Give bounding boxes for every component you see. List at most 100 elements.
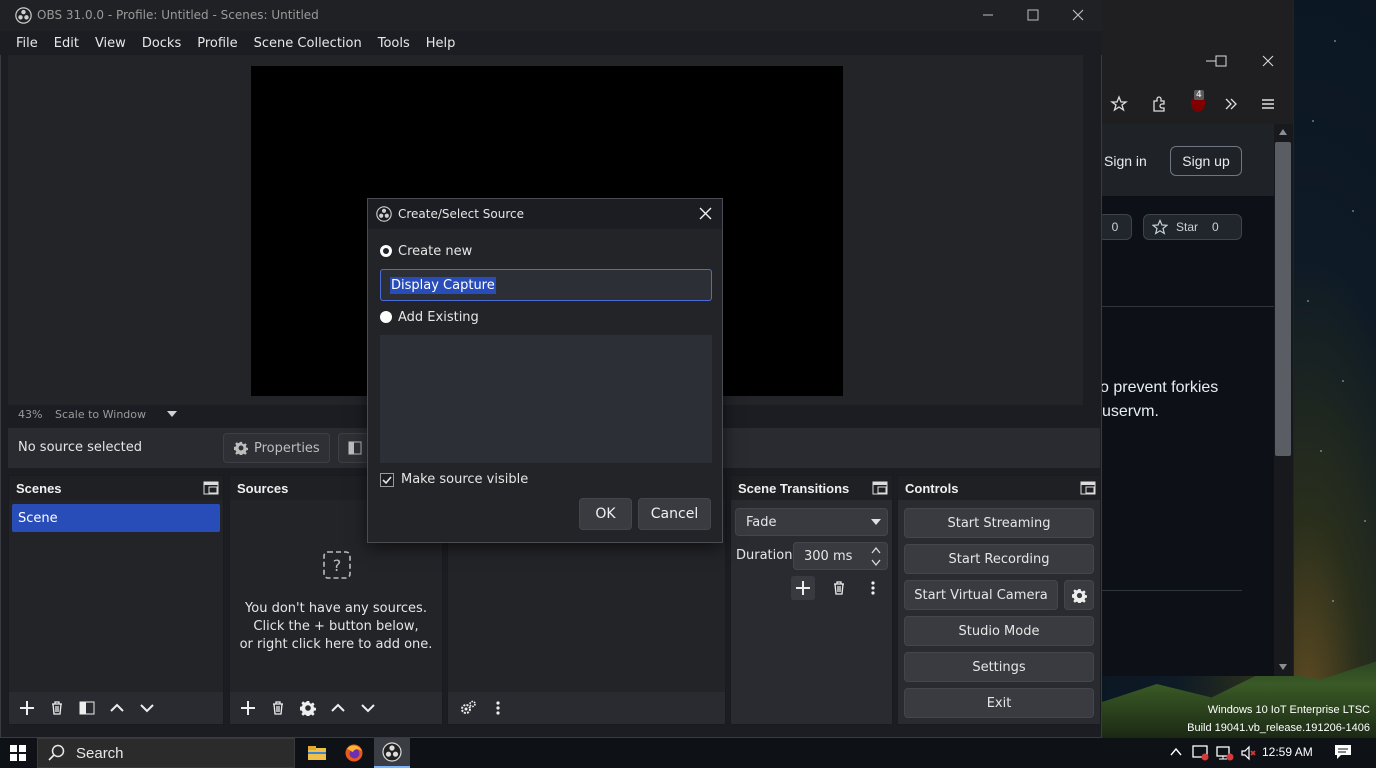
minimize-icon[interactable] xyxy=(981,8,995,22)
network-icon[interactable] xyxy=(1216,745,1234,761)
firefox-icon[interactable] xyxy=(336,738,372,768)
spin-up-icon[interactable] xyxy=(871,546,881,554)
menu-docks[interactable]: Docks xyxy=(136,36,187,51)
tray-app-icon[interactable] xyxy=(1192,745,1210,761)
move-up-icon[interactable] xyxy=(326,696,350,720)
taskbar-clock[interactable]: 12:59 AM xyxy=(1262,745,1313,759)
remove-source-trash-icon[interactable] xyxy=(266,696,290,720)
scale-mode-dropdown[interactable]: Scale to Window xyxy=(55,408,146,421)
menu-view[interactable]: View xyxy=(89,36,132,51)
scenes-toolbar xyxy=(9,692,223,724)
exit-button[interactable]: Exit xyxy=(904,688,1094,718)
advanced-audio-gears-icon[interactable] xyxy=(456,696,480,720)
scenes-dock-title: Scenes xyxy=(9,476,223,500)
browser-window[interactable]: 4 Sign in Sign up 0 Star 0 o prevent for… xyxy=(1102,0,1294,676)
scenes-list[interactable]: Scene xyxy=(9,500,223,692)
move-up-icon[interactable] xyxy=(105,696,129,720)
question-mark-icon: ? xyxy=(322,550,352,580)
obs-logo-icon xyxy=(376,206,392,222)
add-existing-radio[interactable] xyxy=(380,311,392,323)
existing-sources-list[interactable] xyxy=(380,335,712,463)
star-button[interactable]: Star 0 xyxy=(1143,214,1242,240)
browser-close-icon[interactable] xyxy=(1261,54,1275,68)
chevron-down-icon[interactable] xyxy=(167,411,177,418)
menu-help[interactable]: Help xyxy=(420,36,462,51)
move-down-icon[interactable] xyxy=(356,696,380,720)
duration-label: Duration xyxy=(736,548,793,563)
no-source-label: No source selected xyxy=(18,440,142,455)
source-properties-gear-icon[interactable] xyxy=(296,696,320,720)
duration-spinbox[interactable]: 300 ms xyxy=(793,542,888,570)
create-select-source-dialog: Create/Select Source Create new Display … xyxy=(367,198,723,543)
move-down-icon[interactable] xyxy=(135,696,159,720)
ok-button[interactable]: OK xyxy=(579,498,632,530)
show-hidden-icons-chevron-up-icon[interactable] xyxy=(1170,747,1182,757)
transitions-dock-title: Scene Transitions xyxy=(731,476,892,500)
obs-taskbar-icon[interactable] xyxy=(374,738,410,768)
make-visible-checkbox[interactable] xyxy=(380,473,394,487)
sign-in-link[interactable]: Sign in xyxy=(1104,153,1147,169)
maximize-icon[interactable] xyxy=(1026,8,1040,22)
mixer-menu-dots-icon[interactable] xyxy=(486,696,510,720)
start-virtual-camera-button[interactable]: Start Virtual Camera xyxy=(904,580,1058,610)
scene-filters-icon[interactable] xyxy=(75,696,99,720)
undock-icon[interactable] xyxy=(1080,481,1096,495)
add-transition-plus-icon[interactable] xyxy=(791,576,815,600)
transition-select[interactable]: Fade xyxy=(735,508,888,536)
sign-up-button[interactable]: Sign up xyxy=(1170,146,1242,176)
menu-file[interactable]: File xyxy=(10,36,44,51)
settings-button[interactable]: Settings xyxy=(904,652,1094,682)
menu-profile[interactable]: Profile xyxy=(191,36,243,51)
star-icon xyxy=(1152,219,1168,235)
browser-maximize-icon[interactable] xyxy=(1214,54,1228,68)
extensions-icon[interactable] xyxy=(1150,95,1168,113)
list-item-scene[interactable]: Scene xyxy=(12,504,220,532)
more-tools-icon[interactable] xyxy=(1222,95,1240,113)
ublock-badge: 4 xyxy=(1194,90,1204,100)
dialog-titlebar[interactable]: Create/Select Source xyxy=(368,199,722,229)
menu-edit[interactable]: Edit xyxy=(48,36,85,51)
star-count: 0 xyxy=(1212,220,1219,234)
properties-button[interactable]: Properties xyxy=(223,433,330,463)
windows-start-icon[interactable] xyxy=(10,745,26,761)
gear-icon xyxy=(234,441,248,455)
scroll-down-arrow-icon[interactable] xyxy=(1278,663,1288,671)
create-new-radio[interactable] xyxy=(380,245,392,257)
spin-down-icon[interactable] xyxy=(871,559,881,567)
sources-toolbar xyxy=(230,692,442,724)
add-source-plus-icon[interactable] xyxy=(236,696,260,720)
controls-dock: Controls Start Streaming Start Recording… xyxy=(897,475,1101,725)
close-icon[interactable] xyxy=(1071,8,1085,22)
transition-menu-dots-icon[interactable] xyxy=(861,576,885,600)
dialog-title: Create/Select Source xyxy=(398,207,524,221)
scroll-up-arrow-icon[interactable] xyxy=(1278,128,1288,136)
remove-transition-trash-icon[interactable] xyxy=(827,576,851,600)
source-name-input[interactable]: Display Capture xyxy=(380,269,712,301)
virtual-camera-settings-button[interactable] xyxy=(1064,580,1094,610)
divider xyxy=(1102,590,1242,591)
undock-icon[interactable] xyxy=(872,481,888,495)
watch-count-button[interactable]: 0 xyxy=(1102,214,1132,240)
divider xyxy=(1102,306,1274,307)
scenes-dock: Scenes Scene xyxy=(8,475,224,725)
cancel-button[interactable]: Cancel xyxy=(638,498,711,530)
studio-mode-button[interactable]: Studio Mode xyxy=(904,616,1094,646)
browser-scrollbar-thumb[interactable] xyxy=(1275,142,1291,456)
browser-menu-icon[interactable] xyxy=(1259,95,1277,113)
audio-mixer-toolbar xyxy=(448,692,725,724)
file-explorer-icon[interactable] xyxy=(299,738,335,768)
menu-scene-collection[interactable]: Scene Collection xyxy=(248,36,368,51)
start-recording-button[interactable]: Start Recording xyxy=(904,544,1094,574)
menu-tools[interactable]: Tools xyxy=(372,36,416,51)
undock-icon[interactable] xyxy=(203,481,219,495)
remove-scene-trash-icon[interactable] xyxy=(45,696,69,720)
dialog-close-icon[interactable] xyxy=(699,207,712,220)
empty-line-3: or right click here to add one. xyxy=(239,637,433,652)
start-streaming-button[interactable]: Start Streaming xyxy=(904,508,1094,538)
taskbar-search[interactable]: Search xyxy=(37,738,295,768)
search-label: Search xyxy=(76,744,124,762)
bookmark-star-icon[interactable] xyxy=(1110,95,1128,113)
notifications-icon[interactable] xyxy=(1334,744,1352,760)
add-scene-plus-icon[interactable] xyxy=(15,696,39,720)
volume-muted-icon[interactable] xyxy=(1240,745,1258,761)
